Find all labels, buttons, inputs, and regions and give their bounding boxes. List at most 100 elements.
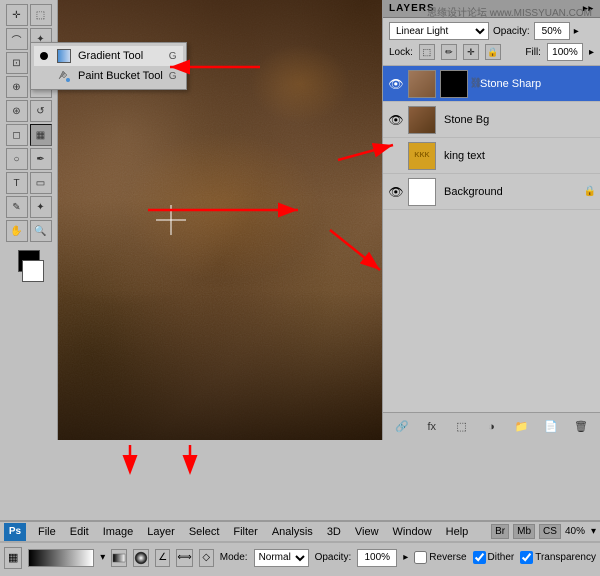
- background-lock-icon: 🔒: [584, 186, 596, 197]
- visibility-background[interactable]: 👁: [387, 183, 405, 201]
- mb-badge[interactable]: Mb: [513, 524, 535, 539]
- gradient-tool-option[interactable]: Gradient Tool G: [34, 46, 183, 66]
- pen-tool[interactable]: ✒: [30, 148, 52, 170]
- reflected-gradient-btn[interactable]: ⟺: [176, 549, 192, 567]
- background-color[interactable]: [22, 260, 44, 282]
- lasso-tool[interactable]: ⌒: [6, 28, 28, 50]
- dodge-tool[interactable]: ○: [6, 148, 28, 170]
- menu-view[interactable]: View: [349, 525, 385, 539]
- eyedropper-tool[interactable]: ✦: [30, 196, 52, 218]
- notes-tool[interactable]: ✎: [6, 196, 28, 218]
- radial-gradient-btn[interactable]: [133, 549, 149, 567]
- highlight: [123, 132, 323, 282]
- mode-select[interactable]: Normal: [254, 549, 309, 567]
- add-mask-btn[interactable]: ⬚: [452, 417, 472, 437]
- link-layers-btn[interactable]: 🔗: [392, 417, 412, 437]
- opacity-label: Opacity:: [493, 26, 530, 37]
- history-tool[interactable]: ↺: [30, 100, 52, 122]
- zoom-arrow[interactable]: ▾: [591, 526, 596, 537]
- gradient-preview[interactable]: [28, 549, 94, 567]
- layer-name-stone-bg: Stone Bg: [444, 114, 596, 126]
- lock-label: Lock:: [389, 47, 413, 58]
- opacity-options-input[interactable]: [357, 549, 397, 567]
- menu-analysis[interactable]: Analysis: [266, 525, 319, 539]
- new-layer-btn[interactable]: 📄: [541, 417, 561, 437]
- right-info: Br Mb CS 40% ▾: [491, 524, 596, 539]
- menu-edit[interactable]: Edit: [64, 525, 95, 539]
- dither-checkbox[interactable]: [473, 551, 486, 564]
- selected-dot: [40, 52, 48, 60]
- diamond-gradient-btn[interactable]: ◇: [199, 549, 214, 567]
- bottom-toolbar: Ps File Edit Image Layer Select Filter A…: [0, 520, 600, 576]
- fx-btn[interactable]: fx: [422, 417, 442, 437]
- angle-gradient-btn[interactable]: ∠: [155, 549, 170, 567]
- marquee-tool[interactable]: ⬚: [30, 4, 52, 26]
- menu-filter[interactable]: Filter: [227, 525, 263, 539]
- cs-badge[interactable]: CS: [539, 524, 561, 539]
- move-tool[interactable]: ✛: [6, 4, 28, 26]
- transparency-checkbox[interactable]: [520, 551, 533, 564]
- opacity-options-arrow[interactable]: ▸: [403, 552, 408, 563]
- layer-king-text[interactable]: KKK king text: [383, 138, 600, 174]
- chain-stone-sharp: ⛓: [472, 76, 480, 92]
- layer-background[interactable]: 👁 Background 🔒: [383, 174, 600, 210]
- layers-bottom-bar: 🔗 fx ⬚ ◑ 📁 📄 🗑: [383, 412, 600, 440]
- hand-tool[interactable]: ✋: [6, 220, 28, 242]
- shape-tool[interactable]: ▭: [30, 172, 52, 194]
- menu-bar: Ps File Edit Image Layer Select Filter A…: [0, 522, 600, 542]
- opacity-options-label: Opacity:: [315, 552, 352, 563]
- menu-layer[interactable]: Layer: [141, 525, 181, 539]
- lock-all-btn[interactable]: 🔒: [485, 44, 501, 60]
- reverse-checkbox[interactable]: [414, 551, 427, 564]
- transparency-option[interactable]: Transparency: [520, 551, 596, 564]
- gradient-dropdown-arrow[interactable]: ▾: [100, 552, 105, 563]
- lock-row: Lock: ⬚ ✏ ✛ 🔒 Fill: ▸: [389, 43, 594, 61]
- menu-window[interactable]: Window: [387, 525, 438, 539]
- dither-option[interactable]: Dither: [473, 551, 515, 564]
- eraser-tool[interactable]: ◻: [6, 124, 28, 146]
- tool-preset-btn[interactable]: ▦: [4, 547, 22, 569]
- blend-row: Linear Light Opacity: ▸: [389, 22, 594, 40]
- ps-logo: Ps: [4, 523, 26, 541]
- layers-panel: LAYERS ▸▸ Linear Light Opacity: ▸ Lock: …: [382, 0, 600, 440]
- menu-file[interactable]: File: [32, 525, 62, 539]
- menu-image[interactable]: Image: [97, 525, 140, 539]
- fill-input[interactable]: [547, 43, 583, 61]
- zoom-tool[interactable]: 🔍: [30, 220, 52, 242]
- visibility-stone-sharp[interactable]: 👁: [387, 75, 405, 93]
- mode-label: Mode:: [220, 552, 248, 563]
- text-tool[interactable]: T: [6, 172, 28, 194]
- linear-gradient-btn[interactable]: [111, 549, 127, 567]
- visibility-king-text[interactable]: [387, 147, 405, 165]
- lock-transparency-btn[interactable]: ⬚: [419, 44, 435, 60]
- lock-position-btn[interactable]: ✛: [463, 44, 479, 60]
- bottom-shadow: [58, 290, 382, 440]
- layer-name-king-text: king text: [444, 150, 596, 162]
- fill-arrow[interactable]: ▸: [589, 47, 594, 58]
- layer-stone-sharp[interactable]: 👁 ⛓ Stone Sharp: [383, 66, 600, 102]
- br-badge[interactable]: Br: [491, 524, 509, 539]
- opacity-arrow[interactable]: ▸: [574, 26, 579, 37]
- visibility-stone-bg[interactable]: 👁: [387, 111, 405, 129]
- opacity-input[interactable]: [534, 22, 570, 40]
- menu-help[interactable]: Help: [440, 525, 475, 539]
- menu-select[interactable]: Select: [183, 525, 226, 539]
- delete-layer-btn[interactable]: 🗑: [571, 417, 591, 437]
- tool-options-bar: ▦ ▾ ∠ ⟺ ◇ Mode: Normal Opacity: ▸ Revers…: [0, 542, 600, 572]
- reverse-option[interactable]: Reverse: [414, 551, 466, 564]
- layer-stone-bg[interactable]: 👁 Stone Bg: [383, 102, 600, 138]
- blend-mode-select[interactable]: Linear Light: [389, 22, 489, 40]
- paint-bucket-option[interactable]: Paint Bucket Tool G: [34, 66, 183, 86]
- dither-label: Dither: [488, 552, 515, 563]
- mask-stone-sharp: [440, 70, 468, 98]
- lock-pixels-btn[interactable]: ✏: [441, 44, 457, 60]
- group-btn[interactable]: 📁: [511, 417, 531, 437]
- clone-tool[interactable]: ⊛: [6, 100, 28, 122]
- gradient-tool-btn[interactable]: ▦: [30, 124, 52, 146]
- heal-tool[interactable]: ⊕: [6, 76, 28, 98]
- highlight2: [250, 44, 350, 124]
- adjustment-btn[interactable]: ◑: [481, 417, 501, 437]
- crop-tool[interactable]: ⊡: [6, 52, 28, 74]
- menu-3d[interactable]: 3D: [321, 525, 347, 539]
- empty-dot: [40, 72, 48, 80]
